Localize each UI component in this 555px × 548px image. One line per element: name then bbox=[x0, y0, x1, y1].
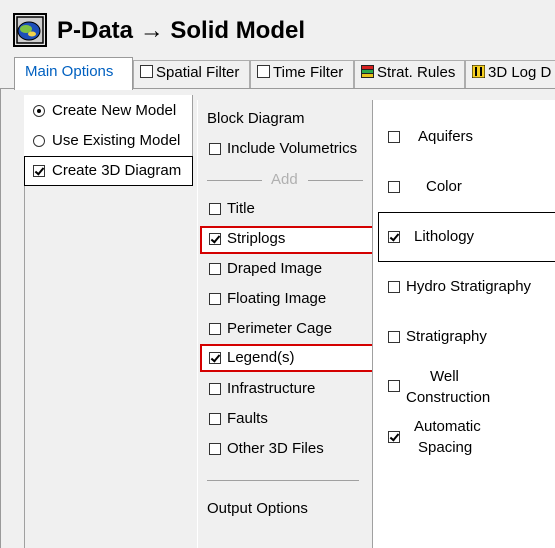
well-construction-checkbox[interactable] bbox=[388, 380, 400, 392]
lithology-label: Lithology bbox=[414, 228, 475, 245]
checkbox-icon bbox=[140, 65, 153, 78]
automatic-spacing-label-line2: Spacing bbox=[418, 439, 473, 456]
stratigraphy-label: Stratigraphy bbox=[406, 328, 487, 345]
floating-image-label: Floating Image bbox=[227, 290, 327, 307]
create-new-model-radio[interactable] bbox=[33, 105, 45, 117]
automatic-spacing-label-line1: Automatic bbox=[414, 418, 481, 435]
add-separator-right bbox=[308, 180, 363, 181]
add-separator-label: Add bbox=[271, 171, 298, 188]
create-new-model-label: Create New Model bbox=[52, 102, 177, 119]
striplogs-label: Striplogs bbox=[227, 230, 286, 247]
create-3d-diagram-label: Create 3D Diagram bbox=[52, 162, 182, 179]
color-label: Color bbox=[426, 178, 462, 195]
output-options-label[interactable]: Output Options bbox=[207, 500, 308, 518]
use-existing-model-radio[interactable] bbox=[33, 135, 45, 147]
perimeter-cage-checkbox[interactable] bbox=[209, 323, 221, 335]
automatic-spacing-checkbox[interactable] bbox=[388, 431, 400, 443]
include-volumetrics-checkbox[interactable] bbox=[209, 143, 221, 155]
output-separator bbox=[207, 480, 359, 481]
block-diagram-heading: Block Diagram bbox=[207, 110, 305, 127]
create-3d-diagram-checkbox[interactable] bbox=[33, 165, 45, 177]
tab-label: Spatial Filter bbox=[156, 64, 240, 81]
other-3d-files-label: Other 3D Files bbox=[227, 440, 324, 457]
infrastructure-label: Infrastructure bbox=[227, 380, 316, 397]
window-title: P-Data → Solid Model bbox=[57, 17, 306, 44]
legends-label: Legend(s) bbox=[227, 349, 295, 366]
lithology-checkbox[interactable] bbox=[388, 231, 400, 243]
legends-checkbox[interactable] bbox=[209, 352, 221, 364]
title-bar: P-Data → Solid Model bbox=[0, 0, 555, 60]
tab-main-options[interactable]: Main Options bbox=[14, 57, 133, 90]
draped-image-checkbox[interactable] bbox=[209, 263, 221, 275]
tab-label: 3D Log D bbox=[488, 64, 552, 81]
tab-label: Strat. Rules bbox=[377, 64, 456, 81]
tab-label: Main Options bbox=[25, 63, 114, 80]
left-column-border bbox=[24, 186, 25, 548]
aquifers-checkbox[interactable] bbox=[388, 131, 400, 143]
perimeter-cage-label: Perimeter Cage bbox=[227, 320, 333, 337]
floating-image-checkbox[interactable] bbox=[209, 293, 221, 305]
faults-label: Faults bbox=[227, 410, 268, 427]
well-construction-label-line1: Well bbox=[430, 368, 459, 385]
use-existing-model-label: Use Existing Model bbox=[52, 132, 181, 149]
stratigraphy-checkbox[interactable] bbox=[388, 331, 400, 343]
striplogs-checkbox[interactable] bbox=[209, 233, 221, 245]
tab-3d-log[interactable]: 3D Log D bbox=[465, 60, 555, 88]
tab-time-filter[interactable]: Time Filter bbox=[250, 60, 354, 88]
checkbox-icon bbox=[257, 65, 270, 78]
title-label: Title bbox=[227, 200, 255, 217]
other-3d-files-checkbox[interactable] bbox=[209, 443, 221, 455]
hydro-stratigraphy-label: Hydro Stratigraphy bbox=[406, 278, 532, 295]
3d-log-icon bbox=[471, 62, 486, 79]
add-separator-left bbox=[207, 180, 262, 181]
aquifers-label: Aquifers bbox=[418, 128, 474, 145]
solid-model-icon bbox=[13, 13, 47, 47]
tab-label: Time Filter bbox=[273, 64, 344, 81]
draped-image-label: Draped Image bbox=[227, 260, 323, 277]
title-checkbox[interactable] bbox=[209, 203, 221, 215]
include-volumetrics-label: Include Volumetrics bbox=[227, 140, 358, 157]
hydro-stratigraphy-checkbox[interactable] bbox=[388, 281, 400, 293]
infrastructure-checkbox[interactable] bbox=[209, 383, 221, 395]
striplog-options-column bbox=[372, 100, 555, 548]
color-checkbox[interactable] bbox=[388, 181, 400, 193]
faults-checkbox[interactable] bbox=[209, 413, 221, 425]
strat-rules-icon bbox=[361, 62, 374, 78]
tab-strat-rules[interactable]: Strat. Rules bbox=[354, 60, 465, 88]
tab-spatial-filter[interactable]: Spatial Filter bbox=[133, 60, 250, 88]
well-construction-label-line2: Construction bbox=[406, 389, 491, 406]
